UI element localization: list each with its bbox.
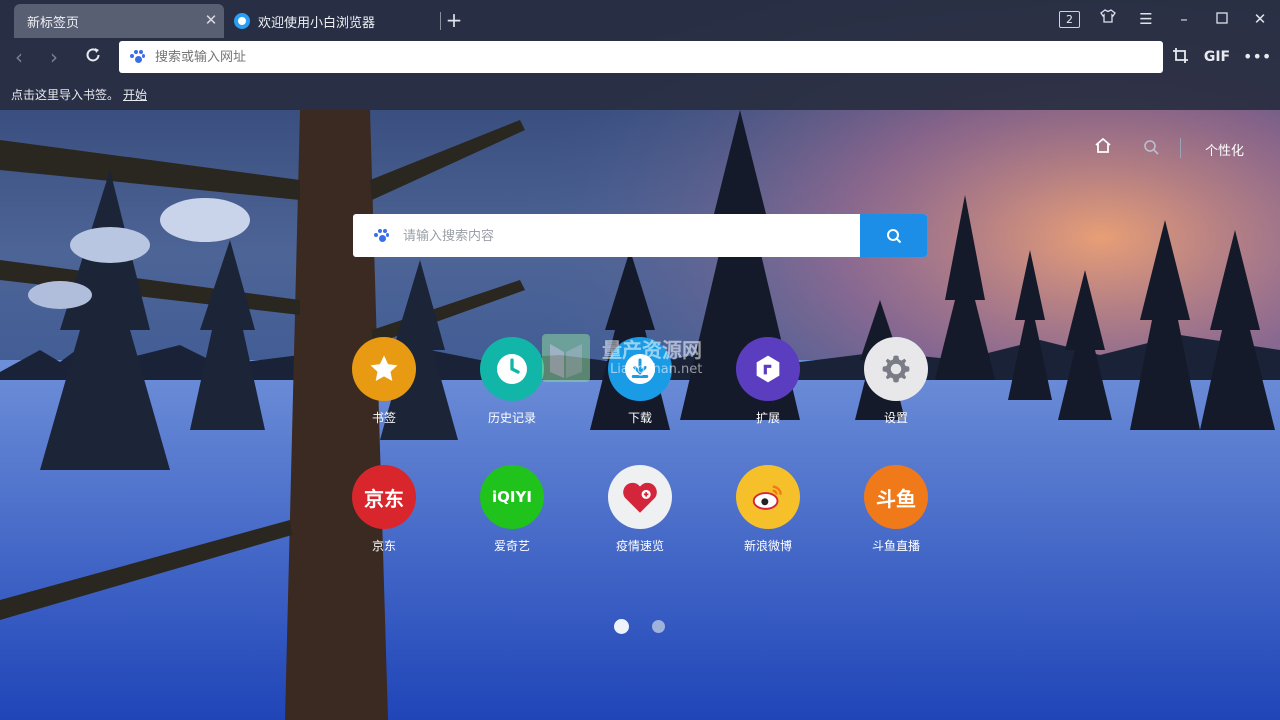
shortcut-label: 扩展 <box>755 411 780 425</box>
iqiyi-logo: iQIYI <box>480 465 544 529</box>
shortcut-label: 书签 <box>371 411 396 425</box>
skin-icon[interactable] <box>1096 7 1120 31</box>
shortcut-label: 疫情速览 <box>615 539 664 553</box>
page-dot-2[interactable] <box>652 620 665 633</box>
shortcut-epidemic[interactable]: 疫情速览 <box>590 465 690 554</box>
tab-bar: 新标签页 ✕ 欢迎使用小白浏览器 + 2 ☰ – ✕ <box>0 0 1280 38</box>
more-options-icon[interactable]: ••• <box>1243 46 1271 68</box>
weibo-logo <box>736 465 800 529</box>
tab-title: 欢迎使用小白浏览器 <box>258 15 376 31</box>
address-input[interactable] <box>153 48 1137 66</box>
home-icon[interactable] <box>1094 137 1112 158</box>
browser-logo-icon <box>234 13 250 29</box>
address-bar <box>119 41 1163 73</box>
new-tab-button[interactable]: + <box>444 8 464 32</box>
page-dot-1[interactable] <box>614 619 629 634</box>
gear-icon <box>864 337 928 401</box>
screenshot-crop-icon[interactable] <box>1169 46 1191 68</box>
search-box <box>353 214 927 257</box>
shortcut-bookmarks[interactable]: 书签 <box>334 337 434 426</box>
shortcut-label: 爱奇艺 <box>493 539 530 553</box>
shortcut-jd[interactable]: 京东 京东 <box>334 465 434 554</box>
tab-divider <box>440 12 441 30</box>
shortcut-label: 新浪微博 <box>743 539 792 553</box>
reload-icon[interactable] <box>82 46 104 68</box>
tab-new-tab[interactable]: 新标签页 ✕ <box>14 4 224 38</box>
tab-welcome[interactable]: 欢迎使用小白浏览器 <box>230 4 440 38</box>
import-start-link[interactable]: 开始 <box>123 86 147 103</box>
watermark-logo-icon <box>542 334 590 382</box>
shortcut-label: 京东 <box>371 539 396 553</box>
shortcut-label: 设置 <box>883 411 908 425</box>
search-engine-icon[interactable] <box>129 49 145 65</box>
clock-icon <box>480 337 544 401</box>
shortcut-douyu[interactable]: 斗鱼 斗鱼直播 <box>846 465 946 554</box>
shortcut-settings[interactable]: 设置 <box>846 337 946 426</box>
back-icon[interactable]: ‹ <box>8 46 30 68</box>
heart-icon <box>608 465 672 529</box>
shortcut-label: 历史记录 <box>487 411 536 425</box>
forward-icon[interactable]: › <box>43 46 65 68</box>
shortcut-label: 下载 <box>627 411 652 425</box>
close-icon[interactable]: ✕ <box>202 11 220 29</box>
search-icon[interactable] <box>1143 139 1159 159</box>
shortcut-label: 斗鱼直播 <box>871 539 920 553</box>
search-engine-icon[interactable] <box>373 228 389 244</box>
navigation-bar: ‹ › GIF ••• <box>0 38 1280 76</box>
watermark-url: Liangchan.net <box>610 362 703 377</box>
shortcut-iqiyi[interactable]: iQIYI 爱奇艺 <box>462 465 562 554</box>
shortcut-weibo[interactable]: 新浪微博 <box>718 465 818 554</box>
menu-icon[interactable]: ☰ <box>1134 7 1158 31</box>
search-button[interactable] <box>860 214 927 257</box>
jd-logo: 京东 <box>352 465 416 529</box>
watermark-title: 量产资源网 <box>602 338 702 362</box>
minimize-icon[interactable]: – <box>1172 7 1196 31</box>
maximize-icon[interactable] <box>1210 7 1234 31</box>
toolbar-divider <box>1180 138 1181 158</box>
personalize-button[interactable]: 个性化 <box>1205 140 1244 159</box>
close-window-icon[interactable]: ✕ <box>1248 7 1272 31</box>
search-input[interactable] <box>401 214 855 257</box>
tab-title: 新标签页 <box>27 15 80 31</box>
douyu-logo: 斗鱼 <box>864 465 928 529</box>
gif-button[interactable]: GIF <box>1203 46 1231 68</box>
search-icon <box>887 229 902 244</box>
browser-chrome: 新标签页 ✕ 欢迎使用小白浏览器 + 2 ☰ – ✕ ‹ › 搜索或输入网址 G… <box>0 0 1280 110</box>
new-tab-page: 个性化 书签 历史记录 下载 扩展 <box>0 110 1280 720</box>
import-bookmarks-hint: 点击这里导入书签。 <box>11 88 120 102</box>
bookmark-bar: 点击这里导入书签。 开始 <box>0 76 1280 110</box>
star-icon <box>352 337 416 401</box>
tab-count-badge[interactable]: 2 <box>1059 11 1080 28</box>
